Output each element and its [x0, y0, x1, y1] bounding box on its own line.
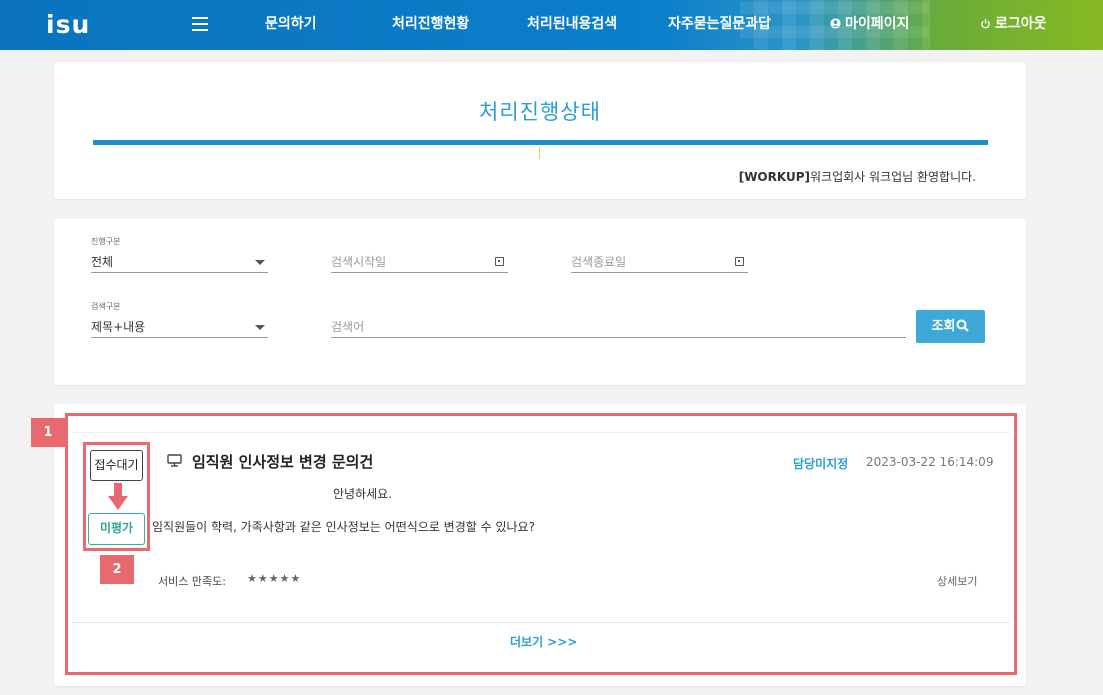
monitor-icon	[167, 454, 182, 467]
status-badge-pending: 접수대기	[90, 450, 143, 481]
search-type-select[interactable]: 제목+내용	[91, 314, 268, 338]
nav-mypage-label: 마이페이지	[845, 16, 910, 32]
chevron-down-icon	[255, 260, 265, 265]
search-type-value: 제목+내용	[91, 320, 146, 334]
inquiry-body-question: 임직원들이 학력, 가족사항과 같은 인사정보는 어떤식으로 변경할 수 있나요…	[152, 520, 535, 534]
top-navbar: isu 문의하기 처리진행현황 처리된내용검색 자주묻는질문과답 마이페이지 로…	[0, 0, 1103, 50]
keyword-placeholder: 검색어	[331, 320, 365, 334]
welcome-message: [WORKUP]워크업회사 워크업님 환영합니다.	[739, 168, 976, 185]
nav-processed-search[interactable]: 처리된내용검색	[527, 13, 617, 33]
isu-logo[interactable]: isu	[46, 10, 90, 39]
start-date-placeholder: 검색시작일	[331, 255, 387, 269]
calendar-icon[interactable]	[495, 257, 504, 266]
annotation-badge-2: 2	[100, 555, 134, 584]
user-icon	[830, 18, 841, 29]
nav-progress-status[interactable]: 처리진행현황	[392, 13, 469, 33]
more-link[interactable]: 더보기 >>>	[510, 633, 577, 650]
satisfaction-label: 서비스 만족도:	[158, 575, 226, 588]
progress-select[interactable]: 전체	[91, 249, 268, 273]
filter-card: 진행구분 전체 검색시작일 검색종료일 검색구분 제목+내용 검색어 조회	[54, 219, 1026, 385]
title-underline	[93, 140, 988, 145]
annotation-badge-1: 1	[31, 418, 65, 447]
detail-link[interactable]: 상세보기	[937, 573, 977, 589]
inquiry-title[interactable]: 임직원 인사정보 변경 문의건	[192, 451, 373, 472]
page-title: 처리진행상태	[479, 100, 601, 124]
nav-faq[interactable]: 자주묻는질문과답	[668, 13, 771, 33]
calendar-icon[interactable]	[735, 257, 744, 266]
keyword-input[interactable]: 검색어	[331, 314, 906, 338]
inquiry-body-greeting: 안녕하세요.	[333, 487, 393, 501]
status-badge-unrated[interactable]: 미평가	[88, 513, 145, 545]
nav-logout[interactable]: 로그아웃	[980, 13, 1047, 33]
chevron-down-icon	[255, 325, 265, 330]
search-type-label: 검색구분	[91, 302, 121, 311]
power-icon	[981, 18, 990, 29]
search-button[interactable]: 조회	[916, 310, 985, 343]
progress-label: 진행구분	[91, 237, 121, 246]
search-button-label: 조회	[931, 319, 956, 334]
welcome-company-code: [WORKUP]	[738, 170, 810, 184]
start-date-field[interactable]: 검색시작일	[331, 249, 508, 273]
satisfaction-stars[interactable]: ★★★★★	[247, 572, 301, 585]
end-date-field[interactable]: 검색종료일	[571, 249, 748, 273]
welcome-text: 워크업회사 워크업님 환영합니다.	[809, 170, 976, 184]
progress-select-value: 전체	[91, 255, 114, 269]
end-date-placeholder: 검색종료일	[571, 255, 627, 269]
search-icon	[956, 319, 970, 332]
nav-inquiry[interactable]: 문의하기	[265, 13, 317, 33]
arrow-down-icon	[108, 483, 128, 510]
title-tick	[539, 147, 540, 159]
hamburger-menu-icon[interactable]	[192, 17, 208, 31]
nav-mypage[interactable]: 마이페이지	[830, 13, 909, 33]
inquiry-datetime: 2023-03-22 16:14:09	[866, 455, 994, 469]
nav-logout-label: 로그아웃	[995, 16, 1047, 32]
header-card: 처리진행상태 [WORKUP]워크업회사 워크업님 환영합니다.	[54, 62, 1026, 199]
assignee-status: 담당미지정	[793, 457, 849, 471]
